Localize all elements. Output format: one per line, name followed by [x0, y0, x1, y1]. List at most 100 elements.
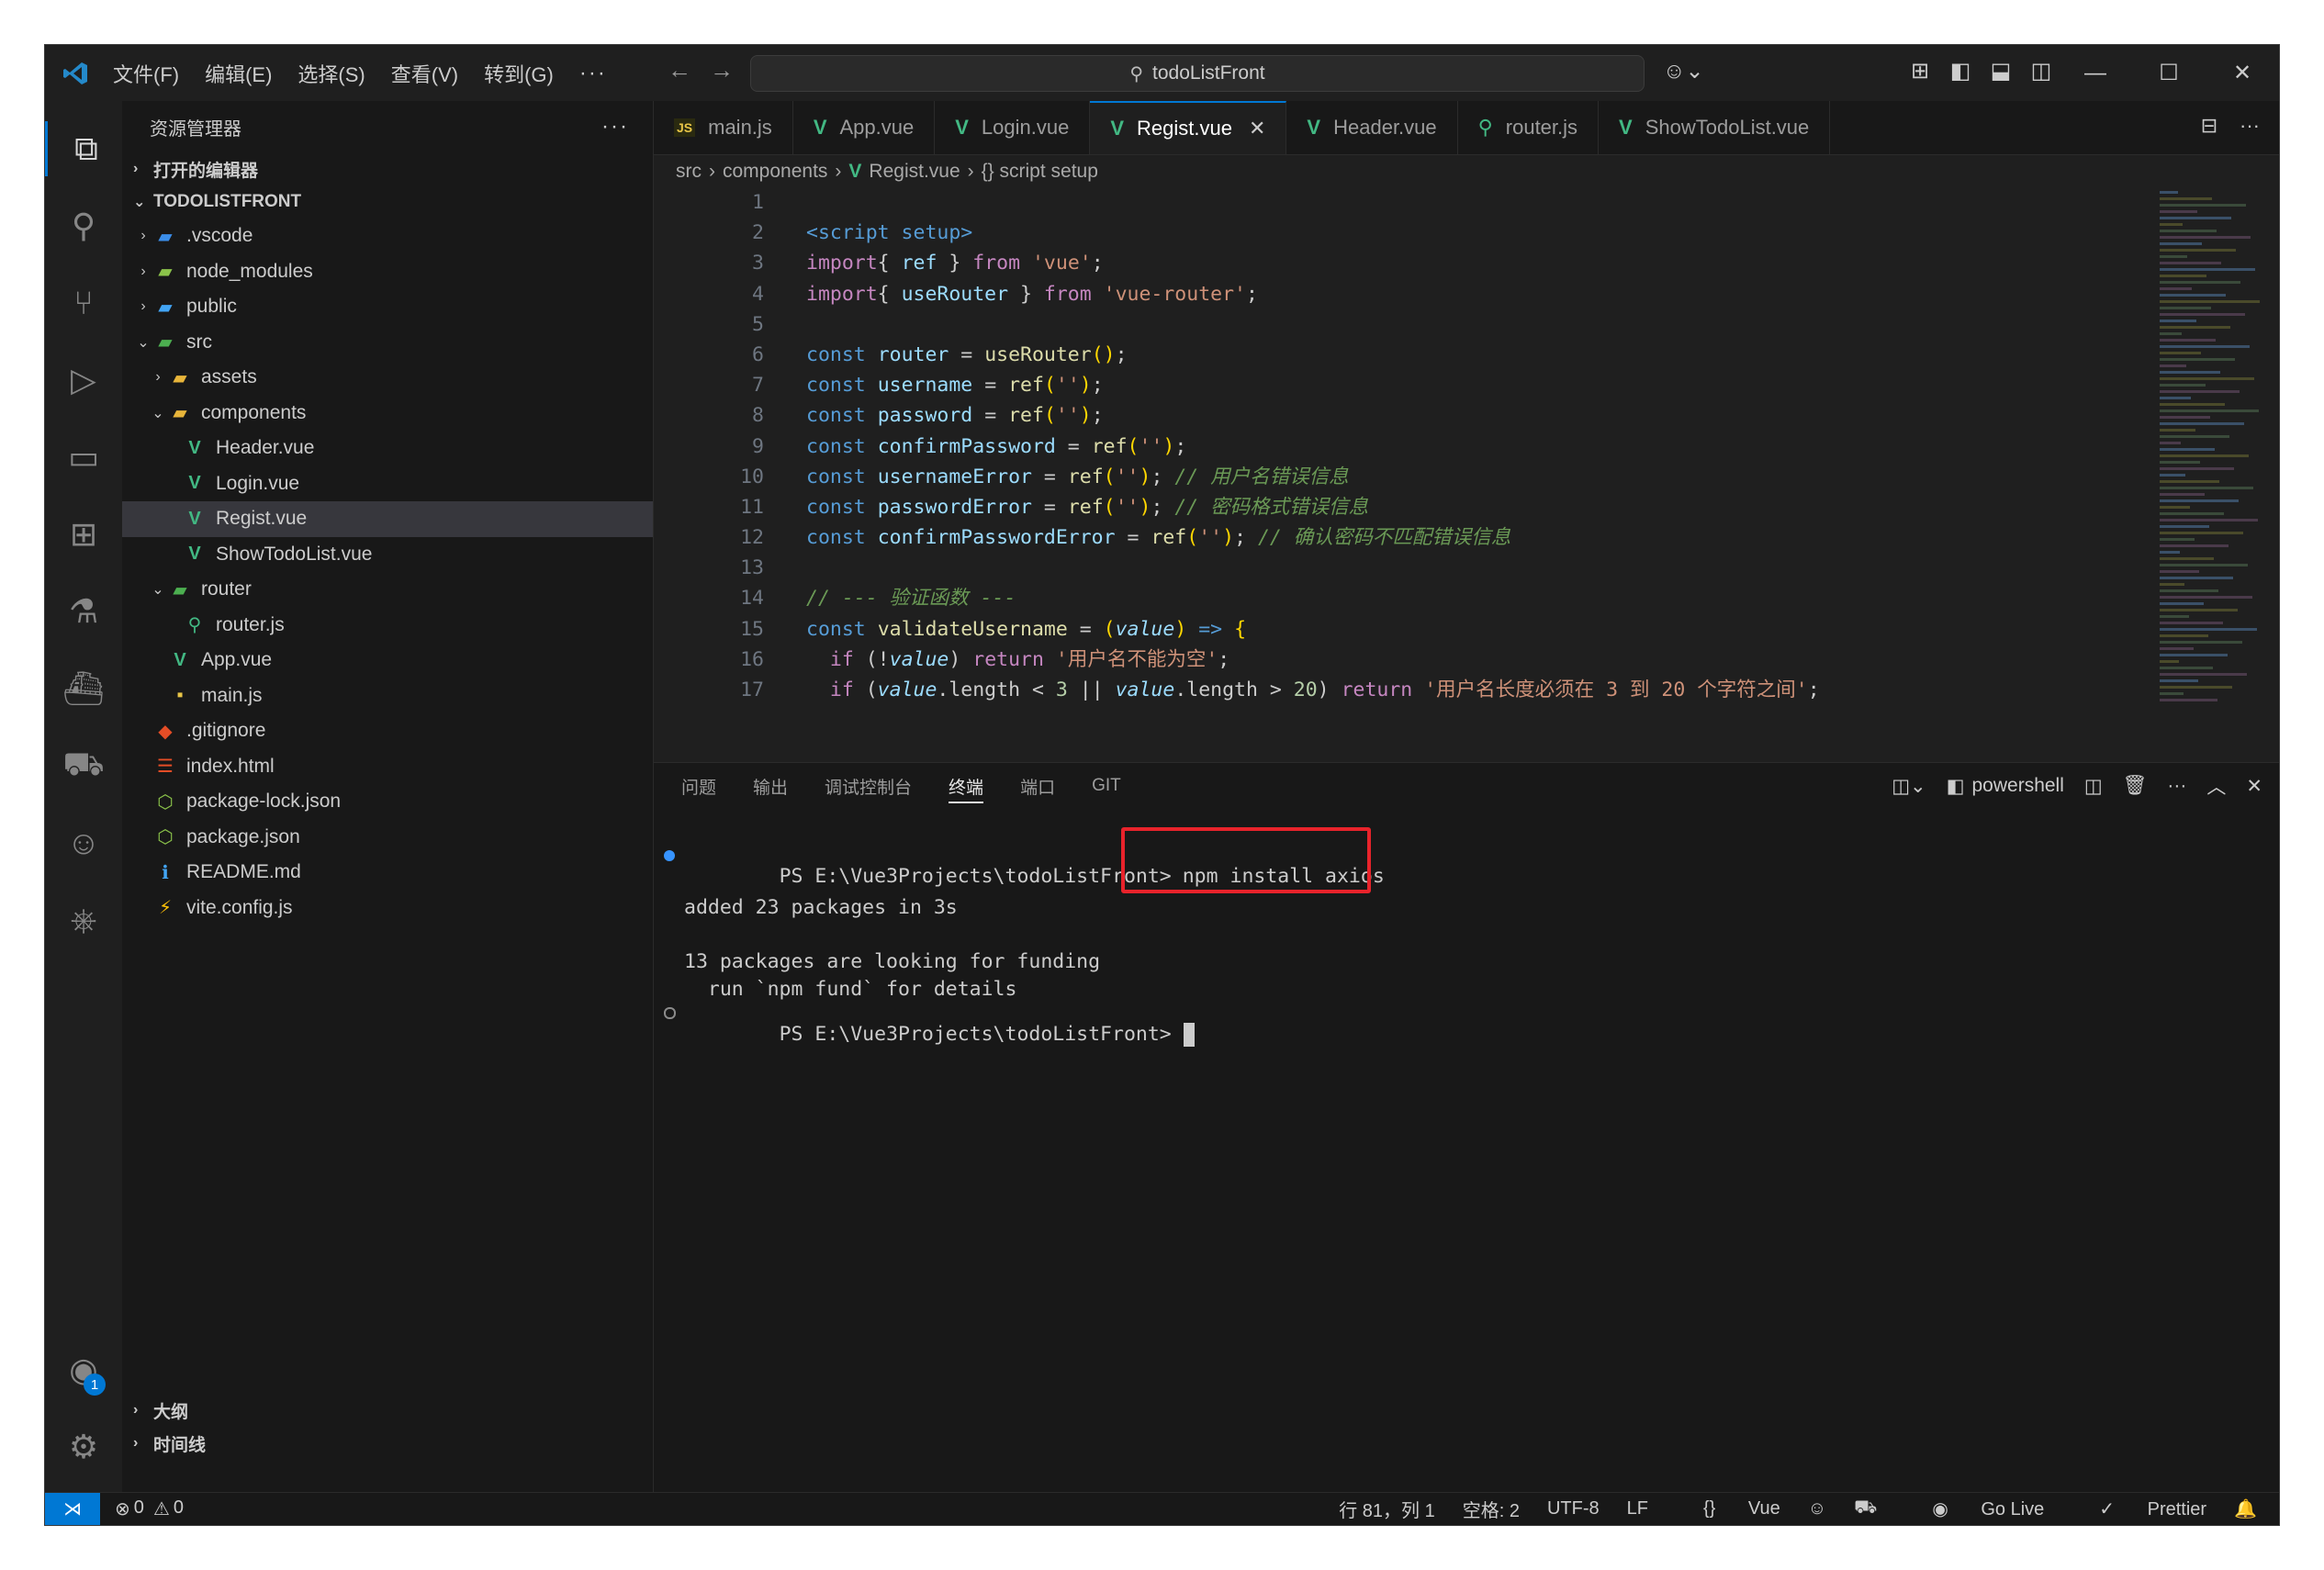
tree-item[interactable]: ⬡ package-lock.json	[122, 784, 653, 820]
language-mode[interactable]: {} Vue	[1676, 1498, 1780, 1520]
menu-edit[interactable]: 编辑(E)	[205, 59, 272, 88]
source-control-icon[interactable]: ⑂	[45, 275, 122, 331]
outline-section[interactable]: › 大纲	[122, 1394, 653, 1427]
go-live-button[interactable]: ◉ Go Live	[1904, 1497, 2044, 1520]
customize-layout-icon[interactable]: ⊞	[1900, 58, 1940, 84]
command-decoration-success-icon[interactable]	[664, 850, 675, 861]
end-of-line[interactable]: LF	[1627, 1498, 1648, 1520]
open-editors-section[interactable]: › 打开的编辑器	[122, 152, 653, 185]
timeline-section[interactable]: › 时间线	[122, 1427, 653, 1460]
encoding[interactable]: UTF-8	[1547, 1498, 1600, 1520]
copilot-status-icon[interactable]: ☺	[1808, 1498, 1826, 1520]
tree-item[interactable]: › ▰ assets	[122, 360, 653, 396]
indentation[interactable]: 空格: 2	[1463, 1496, 1520, 1522]
close-tab-icon[interactable]: ✕	[1249, 117, 1265, 140]
tree-item[interactable]: ◆ .gitignore	[122, 713, 653, 749]
kubernetes-icon[interactable]: ⎈	[45, 892, 122, 948]
minimap[interactable]	[2160, 187, 2279, 757]
editor-tab[interactable]: V Header.vue	[1286, 101, 1458, 154]
tree-item[interactable]: V Header.vue	[122, 431, 653, 466]
tree-item[interactable]: ▪ main.js	[122, 678, 653, 714]
minimize-icon[interactable]: —	[2059, 61, 2132, 86]
close-panel-icon[interactable]: ✕	[2246, 775, 2262, 798]
remote-icon[interactable]: ⛟	[45, 738, 122, 793]
tree-item[interactable]: › ▰ public	[122, 289, 653, 325]
close-window-icon[interactable]: ✕	[2206, 60, 2279, 86]
editor-tab[interactable]: ⚲ router.js	[1458, 101, 1600, 154]
tree-item[interactable]: V Regist.vue	[122, 501, 653, 537]
cursor-position[interactable]: 行 81，列 1	[1339, 1496, 1434, 1522]
toggle-sidebar-icon[interactable]: ◧	[1940, 58, 1981, 84]
editor-tab[interactable]: V Regist.vue ✕	[1090, 101, 1287, 154]
command-center-search[interactable]: ⚲ todoListFront	[750, 55, 1645, 92]
tree-item[interactable]: V ShowTodoList.vue	[122, 537, 653, 573]
panel-tab[interactable]: 端口	[1020, 763, 1055, 809]
explorer-icon[interactable]: ⧉	[45, 121, 125, 176]
tree-item[interactable]: V Login.vue	[122, 466, 653, 502]
forward-arrow-icon[interactable]: →	[701, 56, 743, 84]
accounts-icon[interactable]: ◉ 1	[45, 1342, 122, 1397]
tree-item[interactable]: V App.vue	[122, 643, 653, 678]
editor-more-icon[interactable]: ···	[2229, 114, 2270, 138]
tree-item[interactable]: ⌄ ▰ components	[122, 396, 653, 432]
tree-item[interactable]: ☰ index.html	[122, 749, 653, 785]
menu-view[interactable]: 查看(V)	[391, 59, 458, 88]
split-editor-icon[interactable]: ⊟	[2189, 114, 2229, 138]
search-view-icon[interactable]: ⚲	[45, 198, 122, 253]
run-debug-icon[interactable]: ▷	[45, 353, 122, 408]
back-arrow-icon[interactable]: ←	[658, 56, 701, 84]
editor-tab[interactable]: V Login.vue	[935, 101, 1091, 154]
menu-go[interactable]: 转到(G)	[484, 59, 554, 88]
tree-item[interactable]: ℹ README.md	[122, 855, 653, 891]
remote-indicator-icon[interactable]: ⋊	[45, 1493, 100, 1525]
menu-more-button[interactable]: ···	[579, 61, 607, 86]
prettier-status[interactable]: ✓ Prettier	[2071, 1497, 2206, 1520]
breadcrumb-src[interactable]: src	[676, 161, 702, 183]
panel-tab[interactable]: 输出	[753, 763, 788, 809]
tree-item[interactable]: ⚡ vite.config.js	[122, 891, 653, 926]
code-editor[interactable]: 1 2 <script setup> 3 import{ ref } from 'vue…	[654, 187, 2123, 705]
menu-file[interactable]: 文件(F)	[113, 59, 179, 88]
menu-selection[interactable]: 选择(S)	[298, 59, 365, 88]
editor-tab[interactable]: V ShowTodoList.vue	[1599, 101, 1831, 154]
docker-icon[interactable]: ⛴	[45, 661, 122, 716]
tree-item[interactable]: ⌄ ▰ src	[122, 325, 653, 361]
copilot-icon[interactable]: ☺⌄	[1663, 58, 1704, 84]
problems-status[interactable]: ⊗ 0 ⚠ 0	[115, 1497, 184, 1520]
tree-item[interactable]: ⚲ router.js	[122, 608, 653, 644]
panel-tab[interactable]: 问题	[681, 763, 716, 809]
tree-item[interactable]: ⌄ ▰ router	[122, 572, 653, 608]
breadcrumb-components[interactable]: components	[723, 161, 827, 183]
notifications-bell-icon[interactable]: 🔔	[2234, 1497, 2257, 1520]
tree-item[interactable]: › ▰ node_modules	[122, 254, 653, 290]
copilot-chat-icon[interactable]: ☺	[45, 815, 122, 870]
terminal-shell-name[interactable]: powershell	[1972, 775, 2064, 797]
testing-icon[interactable]: ⚗	[45, 584, 122, 639]
toggle-secondary-sidebar-icon[interactable]: ◫	[2021, 58, 2061, 84]
breadcrumb-symbol[interactable]: {} script setup	[982, 161, 1098, 183]
panel-more-icon[interactable]: ···	[2167, 775, 2186, 797]
toggle-panel-icon[interactable]: ⬓	[1981, 58, 2021, 84]
command-decoration-empty-icon[interactable]	[664, 1007, 676, 1019]
remote-status-icon[interactable]: ⛟	[1854, 1497, 1877, 1520]
split-terminal-icon[interactable]: ◫	[2084, 775, 2103, 798]
workspace-section[interactable]: ⌄ TODOLISTFRONT	[122, 185, 653, 219]
nav-arrows: ← →	[658, 56, 743, 84]
panel-tab[interactable]: GIT	[1092, 763, 1121, 809]
extensions-icon[interactable]: ⊞	[45, 507, 122, 562]
editor-tab[interactable]: JS main.js	[654, 101, 793, 154]
maximize-panel-icon[interactable]: ︿	[2206, 772, 2226, 800]
tree-item[interactable]: › ▰ .vscode	[122, 219, 653, 254]
breadcrumb-file[interactable]: Regist.vue	[869, 161, 960, 183]
editor-tab[interactable]: V App.vue	[793, 101, 936, 154]
panel-tab[interactable]: 调试控制台	[825, 763, 912, 809]
trash-icon[interactable]: 🗑	[2123, 775, 2148, 797]
maximize-icon[interactable]: ☐	[2132, 60, 2206, 86]
panel-tab[interactable]: 终端	[949, 763, 984, 809]
remote-explorer-icon[interactable]: ▭	[45, 430, 122, 485]
tree-item[interactable]: ⬡ package.json	[122, 820, 653, 856]
settings-gear-icon[interactable]: ⚙	[45, 1419, 122, 1475]
new-terminal-dropdown-icon[interactable]: ◫⌄	[1892, 775, 1925, 798]
explorer-more-icon[interactable]: ···	[601, 114, 629, 140]
